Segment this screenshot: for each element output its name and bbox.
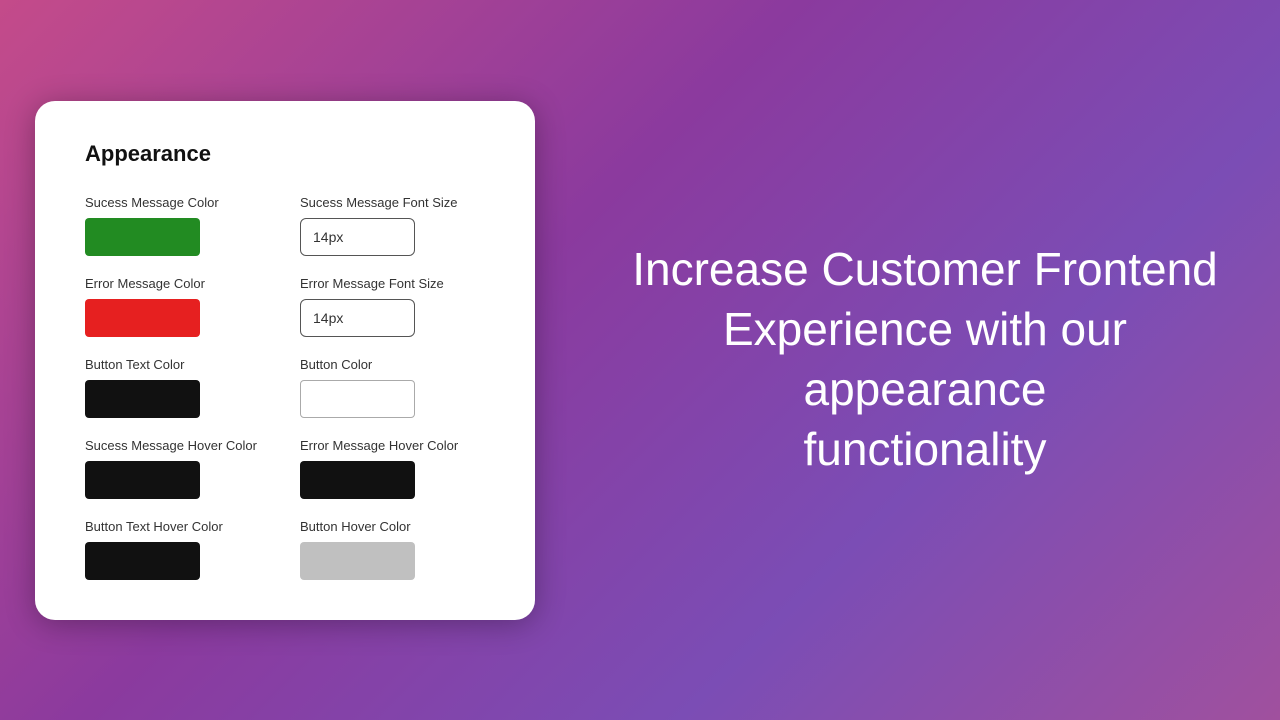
button-hover-color-label: Button Hover Color [300,519,485,534]
field-row-4: Sucess Message Hover Color Error Message… [85,438,485,499]
left-panel: Appearance Sucess Message Color Sucess M… [0,0,570,720]
button-hover-color-field: Button Hover Color [300,519,485,580]
success-font-size-input[interactable] [300,218,415,256]
appearance-card: Appearance Sucess Message Color Sucess M… [35,101,535,620]
error-color-field: Error Message Color [85,276,270,337]
success-color-swatch[interactable] [85,218,200,256]
button-color-label: Button Color [300,357,485,372]
button-color-field: Button Color [300,357,485,418]
error-hover-color-label: Error Message Hover Color [300,438,485,453]
success-hover-color-label: Sucess Message Hover Color [85,438,270,453]
field-row-5: Button Text Hover Color Button Hover Col… [85,519,485,580]
hero-text: Increase Customer Frontend Experience wi… [610,240,1240,479]
success-font-size-label: Sucess Message Font Size [300,195,485,210]
button-hover-color-swatch[interactable] [300,542,415,580]
card-title: Appearance [85,141,485,167]
field-row-1: Sucess Message Color Sucess Message Font… [85,195,485,256]
hero-line1: Increase Customer Frontend [632,243,1218,295]
error-font-size-field: Error Message Font Size [300,276,485,337]
right-panel: Increase Customer Frontend Experience wi… [570,200,1280,519]
button-text-hover-color-field: Button Text Hover Color [85,519,270,580]
success-color-label: Sucess Message Color [85,195,270,210]
error-font-size-label: Error Message Font Size [300,276,485,291]
button-text-color-field: Button Text Color [85,357,270,418]
error-hover-color-field: Error Message Hover Color [300,438,485,499]
error-color-label: Error Message Color [85,276,270,291]
hero-line3: functionality [804,423,1047,475]
error-hover-color-swatch[interactable] [300,461,415,499]
error-color-swatch[interactable] [85,299,200,337]
success-font-size-field: Sucess Message Font Size [300,195,485,256]
field-row-2: Error Message Color Error Message Font S… [85,276,485,337]
success-hover-color-swatch[interactable] [85,461,200,499]
success-hover-color-field: Sucess Message Hover Color [85,438,270,499]
button-text-hover-color-label: Button Text Hover Color [85,519,270,534]
button-text-color-swatch[interactable] [85,380,200,418]
error-font-size-input[interactable] [300,299,415,337]
button-text-color-label: Button Text Color [85,357,270,372]
success-color-field: Sucess Message Color [85,195,270,256]
button-text-hover-color-swatch[interactable] [85,542,200,580]
field-row-3: Button Text Color Button Color [85,357,485,418]
hero-line2: Experience with our appearance [723,303,1127,415]
button-color-swatch[interactable] [300,380,415,418]
